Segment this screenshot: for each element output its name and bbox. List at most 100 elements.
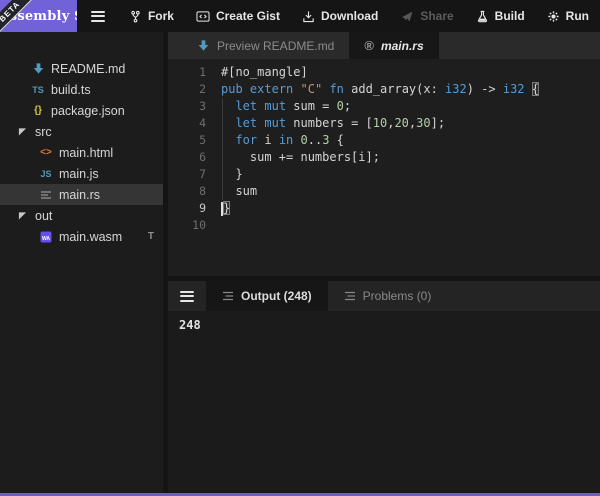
line-number: 4	[168, 115, 221, 132]
panel-tab-label: Output (248)	[241, 289, 312, 303]
panel-tabs: Output (248) Problems (0)	[206, 281, 447, 311]
tree-folder-out[interactable]: out	[0, 205, 163, 226]
tab-label: Preview README.md	[217, 39, 334, 53]
panel-tab-label: Problems (0)	[363, 289, 432, 303]
fork-button[interactable]: Fork	[118, 0, 185, 32]
tab-preview-readme-md[interactable]: Preview README.md	[182, 32, 349, 59]
brand-header: BETA WebAssembly Studio	[0, 0, 77, 32]
tree-item-label: main.rs	[59, 188, 100, 202]
panel-tab-output[interactable]: Output (248)	[206, 281, 328, 311]
line-number: 7	[168, 166, 221, 183]
share-button[interactable]: Share	[389, 0, 464, 32]
rust-icon: ®	[364, 41, 374, 51]
download-icon	[302, 10, 315, 23]
line-content: #[no_mangle]	[221, 64, 308, 81]
code-line-7: 7 }	[168, 166, 600, 183]
tree-file-package-json[interactable]: {} package.json	[0, 100, 163, 121]
line-content: pub extern "C" fn add_array(x: i32) -> i…	[221, 81, 539, 98]
code-line-2: 2pub extern "C" fn add_array(x: i32) -> …	[168, 81, 600, 98]
tab-label: main.rs	[381, 39, 424, 53]
tree-file-main-wasm[interactable]: WA main.wasm T	[0, 226, 163, 247]
tree-file-main-html[interactable]: <> main.html	[0, 142, 163, 163]
line-content: for i in 0..3 {	[221, 132, 344, 149]
line-number: 8	[168, 183, 221, 200]
line-content: }	[221, 200, 230, 217]
code-line-3: 3 let mut sum = 0;	[168, 98, 600, 115]
tree-item-label: out	[35, 209, 52, 223]
build-button[interactable]: Build	[465, 0, 536, 32]
code-line-6: 6 sum += numbers[i];	[168, 149, 600, 166]
line-number: 6	[168, 149, 221, 166]
code-editor[interactable]: 1#[no_mangle]2pub extern "C" fn add_arra…	[168, 59, 600, 276]
run-button[interactable]: Run	[536, 0, 600, 32]
tab-main-rs[interactable]: ® main.rs	[349, 32, 438, 59]
svg-text:WA: WA	[42, 236, 50, 242]
rust-file-icon	[40, 189, 52, 201]
share-icon	[400, 10, 414, 23]
wasm-icon: WA	[40, 231, 52, 243]
tree-file-main-rs[interactable]: main.rs	[0, 184, 163, 205]
folder-arrow-icon	[18, 211, 27, 220]
editor-tab-bar: Preview README.md ® main.rs	[168, 32, 600, 59]
run-label: Run	[566, 9, 589, 23]
tree-item-label: package.json	[51, 104, 125, 118]
output-icon	[222, 290, 234, 302]
line-content: let mut numbers = [10,20,30];	[221, 115, 445, 132]
json-icon: {}	[34, 106, 42, 116]
line-number: 3	[168, 98, 221, 115]
panel-menu-button[interactable]	[168, 281, 206, 311]
code-line-5: 5 for i in 0..3 {	[168, 132, 600, 149]
toolbar-items: Fork Create Gist Download Share Build Run	[118, 0, 600, 32]
menu-button[interactable]	[91, 11, 105, 22]
code-line-9: 9}	[168, 200, 600, 217]
main-area: README.md TS build.ts {} package.json src <> ma…	[0, 32, 600, 493]
code-lines: 1#[no_mangle]2pub extern "C" fn add_arra…	[168, 64, 600, 234]
download-button[interactable]: Download	[291, 0, 389, 32]
run-icon	[547, 10, 560, 23]
javascript-icon: JS	[40, 169, 51, 179]
build-label: Build	[495, 9, 525, 23]
tree-file-build-ts[interactable]: TS build.ts	[0, 79, 163, 100]
typescript-icon: TS	[32, 85, 44, 95]
main-toolbar: Fork Create Gist Download Share Build Run	[77, 0, 600, 32]
tree-item-label: README.md	[51, 62, 125, 76]
line-number: 1	[168, 64, 221, 81]
fork-label: Fork	[148, 9, 174, 23]
code-line-1: 1#[no_mangle]	[168, 64, 600, 81]
output-panel: 248	[168, 311, 600, 493]
code-line-4: 4 let mut numbers = [10,20,30];	[168, 115, 600, 132]
line-content: sum	[221, 183, 257, 200]
line-number: 2	[168, 81, 221, 98]
editor-column: Preview README.md®main.rs 1#[no_mangle]2…	[168, 32, 600, 493]
tree-file-main-js[interactable]: JSmain.js	[0, 163, 163, 184]
html-icon: <>	[40, 148, 52, 158]
panel-menu-icon	[180, 291, 194, 302]
file-tree: README.md TS build.ts {} package.json src <> ma…	[0, 32, 163, 493]
fork-icon	[129, 10, 142, 23]
tree-folder-src[interactable]: src	[0, 121, 163, 142]
tree-file-readme-md[interactable]: README.md	[0, 58, 163, 79]
indent-guide	[222, 98, 223, 200]
download-label: Download	[321, 9, 378, 23]
folder-arrow-icon	[18, 127, 27, 136]
tree-item-label: main.html	[59, 146, 113, 160]
create-gist-button[interactable]: Create Gist	[185, 0, 291, 32]
tree-item-label: build.ts	[51, 83, 91, 97]
share-label: Share	[420, 9, 453, 23]
markdown-icon	[32, 62, 45, 75]
line-number: 9	[168, 200, 221, 217]
tree-item-label: main.wasm	[59, 230, 122, 244]
gist-icon	[196, 10, 210, 23]
code-line-8: 8 sum	[168, 183, 600, 200]
create-gist-label: Create Gist	[216, 9, 280, 23]
problems-icon	[344, 290, 356, 302]
line-content: sum += numbers[i];	[221, 149, 380, 166]
tree-item-badge: T	[148, 231, 154, 242]
line-number: 5	[168, 132, 221, 149]
panel-tab-problems[interactable]: Problems (0)	[328, 281, 448, 311]
build-icon	[476, 10, 489, 23]
webassembly-studio-app: BETA WebAssembly Studio Fork Create Gist D…	[0, 0, 600, 496]
line-content: }	[221, 166, 243, 183]
line-content: let mut sum = 0;	[221, 98, 351, 115]
output-text: 248	[179, 318, 201, 332]
